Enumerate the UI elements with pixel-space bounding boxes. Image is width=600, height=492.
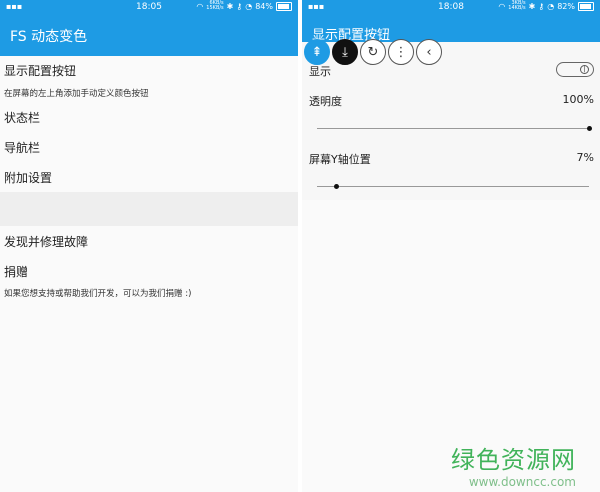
bluetooth-icon: ✱ — [528, 1, 536, 11]
menu-button[interactable]: ⋮ — [388, 39, 414, 65]
setting-donate[interactable]: 捐赠 — [4, 263, 28, 280]
y-position-label: 屏幕Y轴位置 — [309, 153, 371, 166]
setting-status-bar[interactable]: 状态栏 — [4, 109, 40, 126]
wifi-icon: ◠ — [498, 1, 506, 11]
opacity-slider-thumb[interactable] — [587, 126, 592, 131]
battery-percent: 84% — [255, 1, 273, 11]
y-position-slider-thumb[interactable] — [334, 184, 340, 189]
bluetooth-icon: ✱ — [226, 1, 234, 11]
opacity-slider[interactable] — [317, 126, 592, 131]
setting-troubleshoot[interactable]: 发现并修理故障 — [4, 233, 88, 250]
y-position-value: 7% — [576, 151, 594, 164]
network-speed: 6KB/s 15KB/s — [206, 1, 223, 11]
toggle-knob: | — [580, 65, 589, 74]
net-down: 14KB/s — [508, 5, 526, 11]
status-right-group: ◠ 6KB/s 15KB/s ✱ ⚷ ◔ 84% — [196, 1, 292, 11]
page-title: FS 动态变色 — [10, 29, 88, 45]
menu-icon: ⋮ — [394, 44, 408, 60]
alarm-icon: ◔ — [245, 1, 253, 11]
download-button[interactable]: ⤓ — [332, 39, 358, 65]
status-bar: ▪▪▪ 18:05 ◠ 6KB/s 15KB/s ✱ ⚷ ◔ 84% — [0, 0, 298, 14]
app-bar: 显示配置按钮 — [302, 14, 600, 43]
opacity-label: 透明度 — [309, 95, 342, 108]
y-position-slider[interactable] — [317, 184, 589, 189]
net-down: 15KB/s — [206, 5, 224, 11]
settings-screen-config-button: ▪▪▪ 18:08 ◠ 3KB/s 14KB/s ✱ ⚷ ◔ 82% 显示配置按… — [302, 0, 600, 492]
alarm-icon: ◔ — [547, 1, 555, 11]
download-icon: ⤓ — [342, 44, 348, 60]
network-speed: 3KB/s 14KB/s — [508, 1, 525, 11]
key-icon: ⚷ — [236, 1, 243, 11]
app-bar: FS 动态变色 — [0, 14, 298, 56]
chevron-left-icon: ‹ — [426, 44, 432, 60]
refresh-button[interactable]: ↻ — [360, 39, 386, 65]
section-divider — [0, 192, 298, 226]
watermark-logo: 绿色资源网 — [451, 446, 576, 474]
refresh-icon: ↻ — [367, 44, 379, 60]
status-bar: ▪▪▪ 18:08 ◠ 3KB/s 14KB/s ✱ ⚷ ◔ 82% — [302, 0, 600, 14]
back-button[interactable]: ‹ — [416, 39, 442, 65]
watermark: 绿色资源网 www.downcc.com — [451, 440, 576, 489]
opacity-value: 100% — [562, 93, 594, 106]
pin-top-button[interactable]: ⇞ — [304, 39, 330, 65]
status-right-group: ◠ 3KB/s 14KB/s ✱ ⚷ ◔ 82% — [498, 1, 594, 11]
battery-icon — [578, 1, 594, 11]
setting-show-config-desc: 在屏幕的左上角添加手动定义颜色按钮 — [4, 89, 149, 99]
setting-extra-settings[interactable]: 附加设置 — [4, 169, 52, 186]
setting-navigation-bar[interactable]: 导航栏 — [4, 139, 40, 156]
show-label: 显示 — [309, 65, 331, 78]
donate-desc: 如果您想支持或帮助我们开发，可以为我们捐赠 :) — [4, 289, 192, 299]
key-icon: ⚷ — [538, 1, 545, 11]
setting-show-config-button[interactable]: 显示配置按钮 — [4, 62, 76, 79]
show-toggle[interactable]: | — [556, 62, 594, 77]
pin-top-icon: ⇞ — [311, 44, 323, 60]
watermark-url: www.downcc.com — [468, 475, 576, 489]
settings-screen-main: ▪▪▪ 18:05 ◠ 6KB/s 15KB/s ✱ ⚷ ◔ 84% FS 动态… — [0, 0, 298, 492]
battery-icon — [276, 1, 292, 11]
content-panel — [302, 42, 600, 200]
battery-percent: 82% — [557, 1, 575, 11]
wifi-icon: ◠ — [196, 1, 204, 11]
